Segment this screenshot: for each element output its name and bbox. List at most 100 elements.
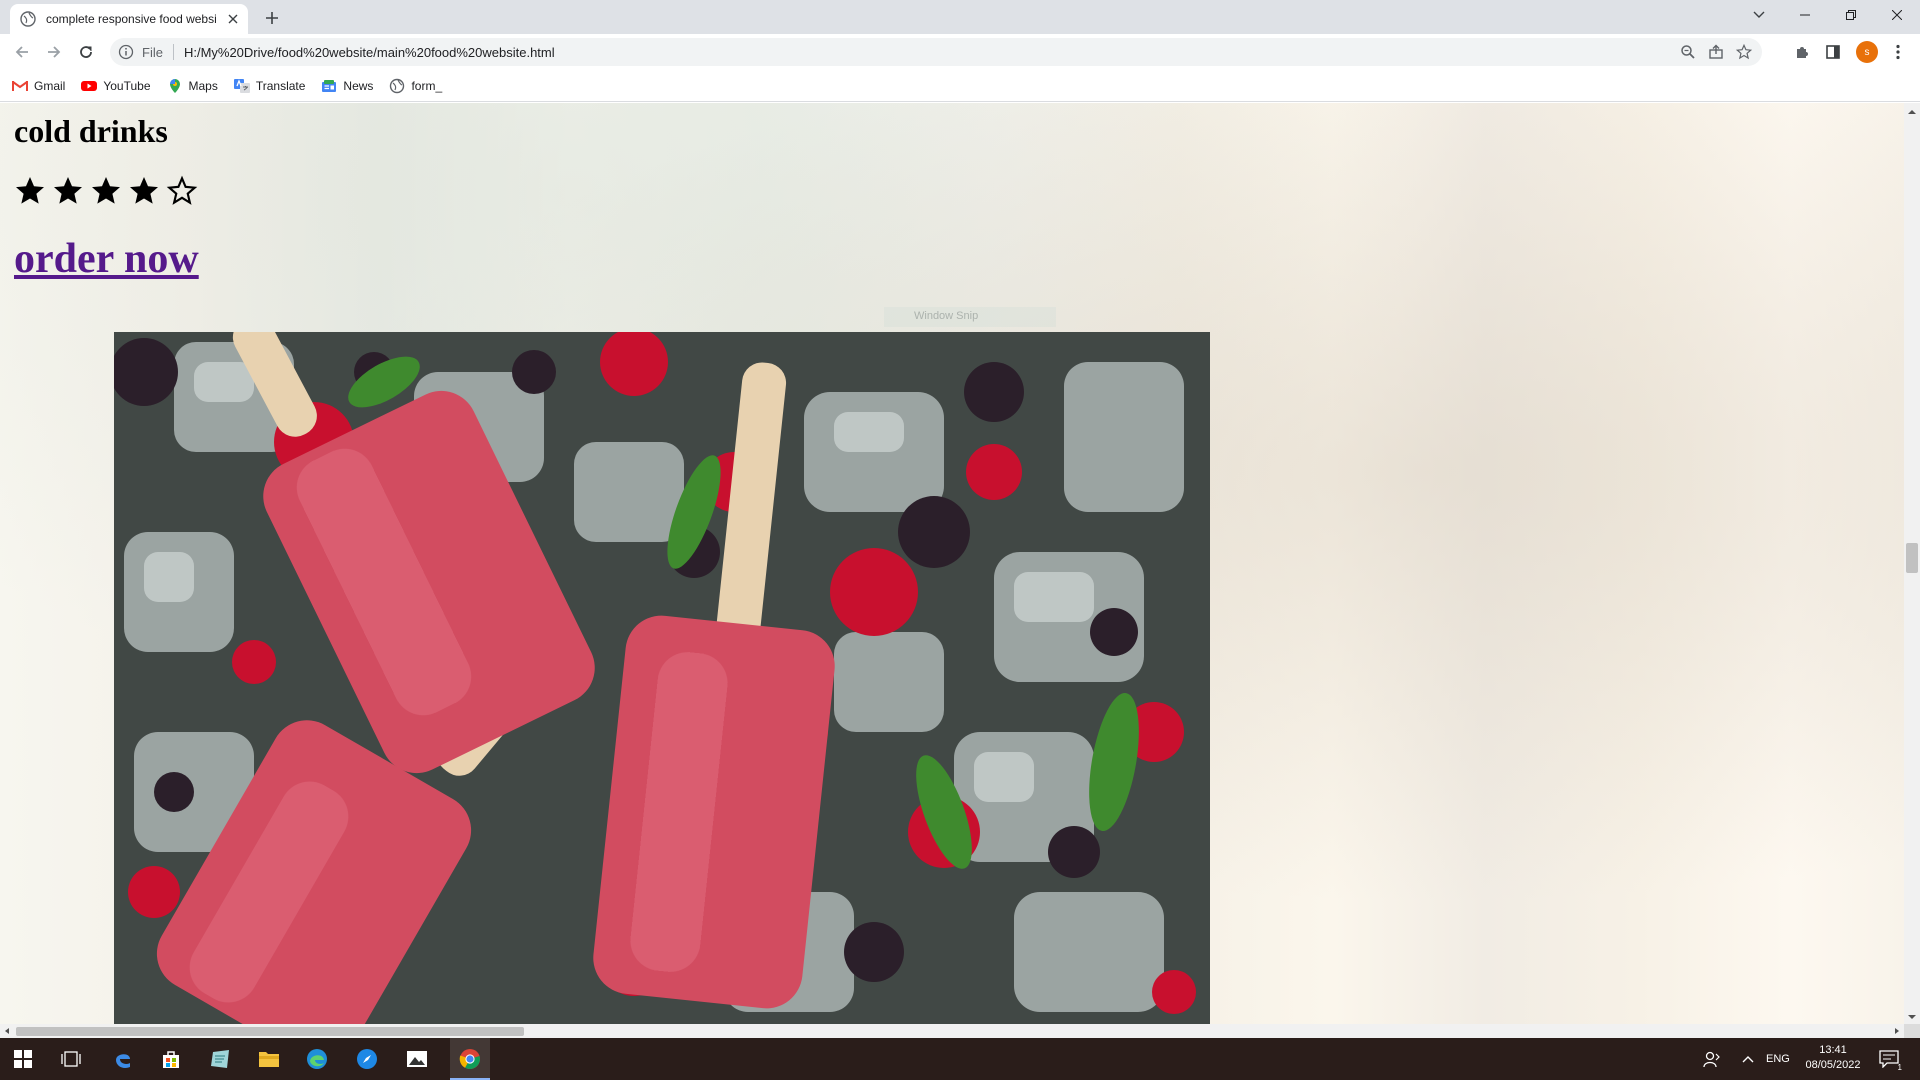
notepad-button[interactable]: [206, 1044, 236, 1074]
profile-avatar[interactable]: s: [1856, 41, 1878, 63]
file-explorer-button[interactable]: [254, 1044, 284, 1074]
tab-strip: complete responsive food websi: [0, 0, 1920, 34]
scroll-right-arrow-icon[interactable]: [1890, 1024, 1904, 1038]
item-title: cold drinks: [14, 113, 168, 149]
bookmark-label: Gmail: [34, 78, 66, 93]
bookmark-gmail[interactable]: Gmail: [12, 78, 65, 94]
notepad-icon: [211, 1050, 229, 1068]
star-filled-icon: [16, 177, 44, 204]
zoom-icon[interactable]: [1680, 44, 1696, 60]
bookmark-label: form_: [411, 78, 443, 93]
side-panel-button[interactable]: [1821, 40, 1845, 64]
bookmark-maps[interactable]: Maps: [167, 78, 218, 94]
file-explorer-icon: [259, 1052, 279, 1067]
bookmarks-bar: Gmail YouTube Maps Translate News form_: [0, 70, 1920, 102]
store-icon: [163, 1051, 179, 1068]
people-button[interactable]: [1697, 1044, 1727, 1074]
restore-icon: [1846, 10, 1856, 20]
close-icon: [1892, 10, 1902, 20]
globe-icon: [20, 11, 36, 27]
news-icon: [322, 79, 337, 92]
star-filled-icon: [92, 177, 120, 204]
share-icon[interactable]: [1708, 44, 1724, 60]
star-empty-icon: [166, 175, 198, 205]
address-bar[interactable]: File H:/My%20Drive/food%20website/main%2…: [110, 38, 1762, 66]
bookmark-form[interactable]: form_: [389, 78, 442, 94]
tab-search-button[interactable]: [1736, 0, 1782, 30]
tab-title: complete responsive food websi: [46, 12, 217, 26]
globe-icon: [390, 78, 405, 93]
page-viewport: cold drinks order now Window Snip: [0, 103, 1904, 1024]
chrome-icon: [459, 1049, 480, 1070]
restore-button[interactable]: [1828, 0, 1874, 30]
photos-icon: [407, 1051, 427, 1067]
back-button[interactable]: [10, 40, 34, 64]
url-scheme-label: File: [142, 44, 163, 60]
bookmark-translate[interactable]: Translate: [233, 78, 305, 94]
task-view-icon: [61, 1051, 81, 1067]
bookmark-news[interactable]: News: [321, 78, 373, 94]
url-text[interactable]: H:/My%20Drive/food%20website/main%20food…: [184, 45, 555, 60]
notification-center-button[interactable]: 1: [1874, 1044, 1904, 1074]
info-icon[interactable]: [118, 44, 134, 60]
minimize-icon: [1800, 14, 1810, 16]
popsicles-image: [114, 332, 1210, 1024]
bookmark-label: News: [343, 78, 374, 93]
close-tab-icon[interactable]: [225, 11, 241, 27]
edge-legacy-icon: [116, 1054, 130, 1069]
cold-drinks-image: [114, 332, 1210, 1024]
puzzle-icon: [1797, 47, 1808, 58]
bookmark-star-icon[interactable]: [1736, 44, 1752, 60]
star-filled-icon: [130, 177, 158, 204]
bookmark-youtube[interactable]: YouTube: [81, 78, 151, 94]
chrome-button[interactable]: [455, 1044, 485, 1074]
menu-item: cold drinks order now: [14, 111, 199, 283]
minimize-button[interactable]: [1782, 0, 1828, 30]
chrome-menu-button[interactable]: [1886, 40, 1910, 64]
taskbar-clock[interactable]: 13:41 08/05/2022: [1800, 1043, 1866, 1073]
kebab-menu-icon: [1896, 44, 1900, 60]
vertical-scroll-thumb[interactable]: [1906, 543, 1918, 573]
arrow-left-icon: [15, 46, 28, 58]
new-tab-button[interactable]: [260, 6, 284, 30]
people-icon: [1703, 1051, 1720, 1068]
forward-button[interactable]: [42, 40, 66, 64]
gmail-icon: [12, 80, 28, 91]
translate-icon: [233, 78, 250, 93]
safari-button[interactable]: [352, 1044, 382, 1074]
arrow-right-icon: [48, 46, 61, 58]
store-button[interactable]: [156, 1044, 186, 1074]
plus-icon: [266, 12, 278, 24]
chevron-up-icon: [1742, 1056, 1754, 1063]
scroll-down-arrow-icon[interactable]: [1904, 1010, 1920, 1024]
bookmark-label: Maps: [188, 78, 218, 93]
maps-icon: [169, 78, 180, 93]
clock-date: 08/05/2022: [1805, 1059, 1861, 1071]
notification-icon: [1879, 1050, 1899, 1068]
horizontal-scroll-thumb[interactable]: [16, 1027, 524, 1036]
safari-icon: [357, 1049, 377, 1069]
tray-overflow-button[interactable]: [1733, 1044, 1763, 1074]
star-filled-icon: [54, 177, 82, 204]
edge-button[interactable]: [302, 1044, 332, 1074]
task-view-button[interactable]: [56, 1044, 86, 1074]
reload-icon: [80, 46, 92, 58]
close-window-button[interactable]: [1874, 0, 1920, 30]
windows-start-icon: [14, 1050, 32, 1068]
reload-button[interactable]: [74, 40, 98, 64]
browser-tab[interactable]: complete responsive food websi: [10, 4, 248, 34]
order-now-link[interactable]: order now: [14, 235, 199, 283]
scroll-left-arrow-icon[interactable]: [0, 1024, 14, 1038]
language-indicator[interactable]: ENG: [1766, 1053, 1790, 1065]
clock-time: 13:41: [1819, 1044, 1847, 1056]
windows-taskbar: [0, 1038, 1920, 1080]
edge-legacy-button[interactable]: [108, 1044, 138, 1074]
extensions-button[interactable]: [1790, 40, 1814, 64]
url-separator: [172, 44, 174, 60]
browser-toolbar: File H:/My%20Drive/food%20website/main%2…: [0, 34, 1920, 70]
star-rating: [14, 175, 199, 207]
start-button[interactable]: [8, 1044, 38, 1074]
photos-button[interactable]: [402, 1044, 432, 1074]
scroll-up-arrow-icon[interactable]: [1904, 105, 1920, 119]
edge-icon: [307, 1049, 327, 1069]
